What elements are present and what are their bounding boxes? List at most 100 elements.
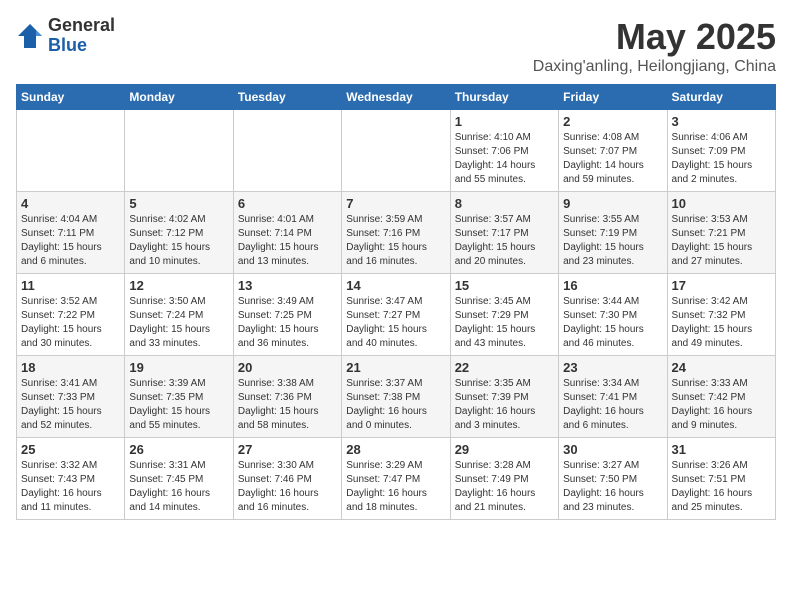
day-info: Sunrise: 3:29 AM Sunset: 7:47 PM Dayligh… bbox=[346, 459, 445, 515]
day-number: 16 bbox=[563, 278, 662, 293]
month-title: May 2025 bbox=[533, 16, 776, 58]
day-info: Sunrise: 3:44 AM Sunset: 7:30 PM Dayligh… bbox=[563, 295, 662, 351]
day-info: Sunrise: 3:49 AM Sunset: 7:25 PM Dayligh… bbox=[238, 295, 337, 351]
day-number: 15 bbox=[455, 278, 554, 293]
calendar-cell: 25 Sunrise: 3:32 AM Sunset: 7:43 PM Dayli… bbox=[17, 438, 125, 520]
calendar-cell: 10 Sunrise: 3:53 AM Sunset: 7:21 PM Dayli… bbox=[667, 192, 775, 274]
day-number: 18 bbox=[21, 360, 120, 375]
day-info: Sunrise: 4:01 AM Sunset: 7:14 PM Dayligh… bbox=[238, 213, 337, 269]
calendar-cell: 22 Sunrise: 3:35 AM Sunset: 7:39 PM Dayli… bbox=[450, 356, 558, 438]
day-number: 13 bbox=[238, 278, 337, 293]
calendar-cell: 5 Sunrise: 4:02 AM Sunset: 7:12 PM Daylig… bbox=[125, 192, 233, 274]
day-info: Sunrise: 4:04 AM Sunset: 7:11 PM Dayligh… bbox=[21, 213, 120, 269]
day-number: 31 bbox=[672, 442, 771, 457]
day-number: 10 bbox=[672, 196, 771, 211]
day-info: Sunrise: 3:57 AM Sunset: 7:17 PM Dayligh… bbox=[455, 213, 554, 269]
day-number: 12 bbox=[129, 278, 228, 293]
title-block: May 2025 Daxing'anling, Heilongjiang, Ch… bbox=[533, 16, 776, 76]
page-header: General Blue May 2025 Daxing'anling, Hei… bbox=[16, 16, 776, 76]
calendar-cell bbox=[17, 110, 125, 192]
calendar-cell: 11Sunrise: 3:52 AM Sunset: 7:22 PM Dayli… bbox=[17, 274, 125, 356]
weekday-header-sunday: Sunday bbox=[17, 85, 125, 110]
day-number: 29 bbox=[455, 442, 554, 457]
calendar-cell: 4 Sunrise: 4:04 AM Sunset: 7:11 PM Daylig… bbox=[17, 192, 125, 274]
calendar-cell: 26 Sunrise: 3:31 AM Sunset: 7:45 PM Dayli… bbox=[125, 438, 233, 520]
day-number: 1 bbox=[455, 114, 554, 129]
calendar-cell: 12Sunrise: 3:50 AM Sunset: 7:24 PM Dayli… bbox=[125, 274, 233, 356]
calendar-cell: 24 Sunrise: 3:33 AM Sunset: 7:42 PM Dayli… bbox=[667, 356, 775, 438]
calendar-cell: 19 Sunrise: 3:39 AM Sunset: 7:35 PM Dayli… bbox=[125, 356, 233, 438]
weekday-header-wednesday: Wednesday bbox=[342, 85, 450, 110]
day-info: Sunrise: 3:31 AM Sunset: 7:45 PM Dayligh… bbox=[129, 459, 228, 515]
day-info: Sunrise: 3:37 AM Sunset: 7:38 PM Dayligh… bbox=[346, 377, 445, 433]
calendar-week-1: 1 Sunrise: 4:10 AM Sunset: 7:06 PM Daylig… bbox=[17, 110, 776, 192]
day-number: 28 bbox=[346, 442, 445, 457]
day-info: Sunrise: 3:27 AM Sunset: 7:50 PM Dayligh… bbox=[563, 459, 662, 515]
day-number: 30 bbox=[563, 442, 662, 457]
calendar-cell: 16 Sunrise: 3:44 AM Sunset: 7:30 PM Dayli… bbox=[559, 274, 667, 356]
calendar-cell: 13 Sunrise: 3:49 AM Sunset: 7:25 PM Dayli… bbox=[233, 274, 341, 356]
weekday-header-friday: Friday bbox=[559, 85, 667, 110]
day-number: 17 bbox=[672, 278, 771, 293]
day-number: 24 bbox=[672, 360, 771, 375]
day-number: 21 bbox=[346, 360, 445, 375]
logo-text: General Blue bbox=[48, 16, 115, 56]
weekday-header-monday: Monday bbox=[125, 85, 233, 110]
location-title: Daxing'anling, Heilongjiang, China bbox=[533, 58, 776, 76]
calendar-cell bbox=[125, 110, 233, 192]
weekday-header-saturday: Saturday bbox=[667, 85, 775, 110]
calendar-cell: 3Sunrise: 4:06 AM Sunset: 7:09 PM Daylig… bbox=[667, 110, 775, 192]
calendar-cell: 7Sunrise: 3:59 AM Sunset: 7:16 PM Daylig… bbox=[342, 192, 450, 274]
logo-general-label: General bbox=[48, 16, 115, 36]
calendar-week-2: 4 Sunrise: 4:04 AM Sunset: 7:11 PM Daylig… bbox=[17, 192, 776, 274]
calendar-cell: 15Sunrise: 3:45 AM Sunset: 7:29 PM Dayli… bbox=[450, 274, 558, 356]
calendar-cell: 23Sunrise: 3:34 AM Sunset: 7:41 PM Dayli… bbox=[559, 356, 667, 438]
day-info: Sunrise: 3:26 AM Sunset: 7:51 PM Dayligh… bbox=[672, 459, 771, 515]
calendar-week-5: 25 Sunrise: 3:32 AM Sunset: 7:43 PM Dayli… bbox=[17, 438, 776, 520]
day-number: 25 bbox=[21, 442, 120, 457]
day-info: Sunrise: 3:30 AM Sunset: 7:46 PM Dayligh… bbox=[238, 459, 337, 515]
day-info: Sunrise: 3:42 AM Sunset: 7:32 PM Dayligh… bbox=[672, 295, 771, 351]
day-number: 9 bbox=[563, 196, 662, 211]
day-number: 20 bbox=[238, 360, 337, 375]
calendar-cell: 8 Sunrise: 3:57 AM Sunset: 7:17 PM Daylig… bbox=[450, 192, 558, 274]
day-number: 22 bbox=[455, 360, 554, 375]
calendar-cell: 31 Sunrise: 3:26 AM Sunset: 7:51 PM Dayli… bbox=[667, 438, 775, 520]
day-info: Sunrise: 3:38 AM Sunset: 7:36 PM Dayligh… bbox=[238, 377, 337, 433]
day-info: Sunrise: 4:10 AM Sunset: 7:06 PM Dayligh… bbox=[455, 131, 554, 187]
day-info: Sunrise: 3:39 AM Sunset: 7:35 PM Dayligh… bbox=[129, 377, 228, 433]
day-number: 11 bbox=[21, 278, 120, 293]
logo-icon bbox=[16, 22, 44, 50]
calendar-cell: 29 Sunrise: 3:28 AM Sunset: 7:49 PM Dayli… bbox=[450, 438, 558, 520]
day-info: Sunrise: 3:59 AM Sunset: 7:16 PM Dayligh… bbox=[346, 213, 445, 269]
weekday-row: SundayMondayTuesdayWednesdayThursdayFrid… bbox=[17, 85, 776, 110]
calendar-header: SundayMondayTuesdayWednesdayThursdayFrid… bbox=[17, 85, 776, 110]
day-info: Sunrise: 4:02 AM Sunset: 7:12 PM Dayligh… bbox=[129, 213, 228, 269]
logo-blue-label: Blue bbox=[48, 36, 115, 56]
day-number: 4 bbox=[21, 196, 120, 211]
weekday-header-thursday: Thursday bbox=[450, 85, 558, 110]
calendar-cell: 20 Sunrise: 3:38 AM Sunset: 7:36 PM Dayli… bbox=[233, 356, 341, 438]
calendar-cell: 14 Sunrise: 3:47 AM Sunset: 7:27 PM Dayli… bbox=[342, 274, 450, 356]
logo: General Blue bbox=[16, 16, 115, 56]
weekday-header-tuesday: Tuesday bbox=[233, 85, 341, 110]
day-info: Sunrise: 3:53 AM Sunset: 7:21 PM Dayligh… bbox=[672, 213, 771, 269]
day-number: 26 bbox=[129, 442, 228, 457]
calendar-body: 1 Sunrise: 4:10 AM Sunset: 7:06 PM Daylig… bbox=[17, 110, 776, 520]
day-info: Sunrise: 3:28 AM Sunset: 7:49 PM Dayligh… bbox=[455, 459, 554, 515]
calendar-cell: 1 Sunrise: 4:10 AM Sunset: 7:06 PM Daylig… bbox=[450, 110, 558, 192]
day-number: 5 bbox=[129, 196, 228, 211]
day-info: Sunrise: 3:32 AM Sunset: 7:43 PM Dayligh… bbox=[21, 459, 120, 515]
day-number: 2 bbox=[563, 114, 662, 129]
calendar-cell: 28 Sunrise: 3:29 AM Sunset: 7:47 PM Dayli… bbox=[342, 438, 450, 520]
day-number: 8 bbox=[455, 196, 554, 211]
day-number: 14 bbox=[346, 278, 445, 293]
calendar-cell: 9Sunrise: 3:55 AM Sunset: 7:19 PM Daylig… bbox=[559, 192, 667, 274]
day-info: Sunrise: 3:47 AM Sunset: 7:27 PM Dayligh… bbox=[346, 295, 445, 351]
calendar-cell: 18Sunrise: 3:41 AM Sunset: 7:33 PM Dayli… bbox=[17, 356, 125, 438]
calendar-week-3: 11Sunrise: 3:52 AM Sunset: 7:22 PM Dayli… bbox=[17, 274, 776, 356]
day-number: 19 bbox=[129, 360, 228, 375]
day-info: Sunrise: 3:33 AM Sunset: 7:42 PM Dayligh… bbox=[672, 377, 771, 433]
day-info: Sunrise: 3:35 AM Sunset: 7:39 PM Dayligh… bbox=[455, 377, 554, 433]
calendar-cell: 2Sunrise: 4:08 AM Sunset: 7:07 PM Daylig… bbox=[559, 110, 667, 192]
